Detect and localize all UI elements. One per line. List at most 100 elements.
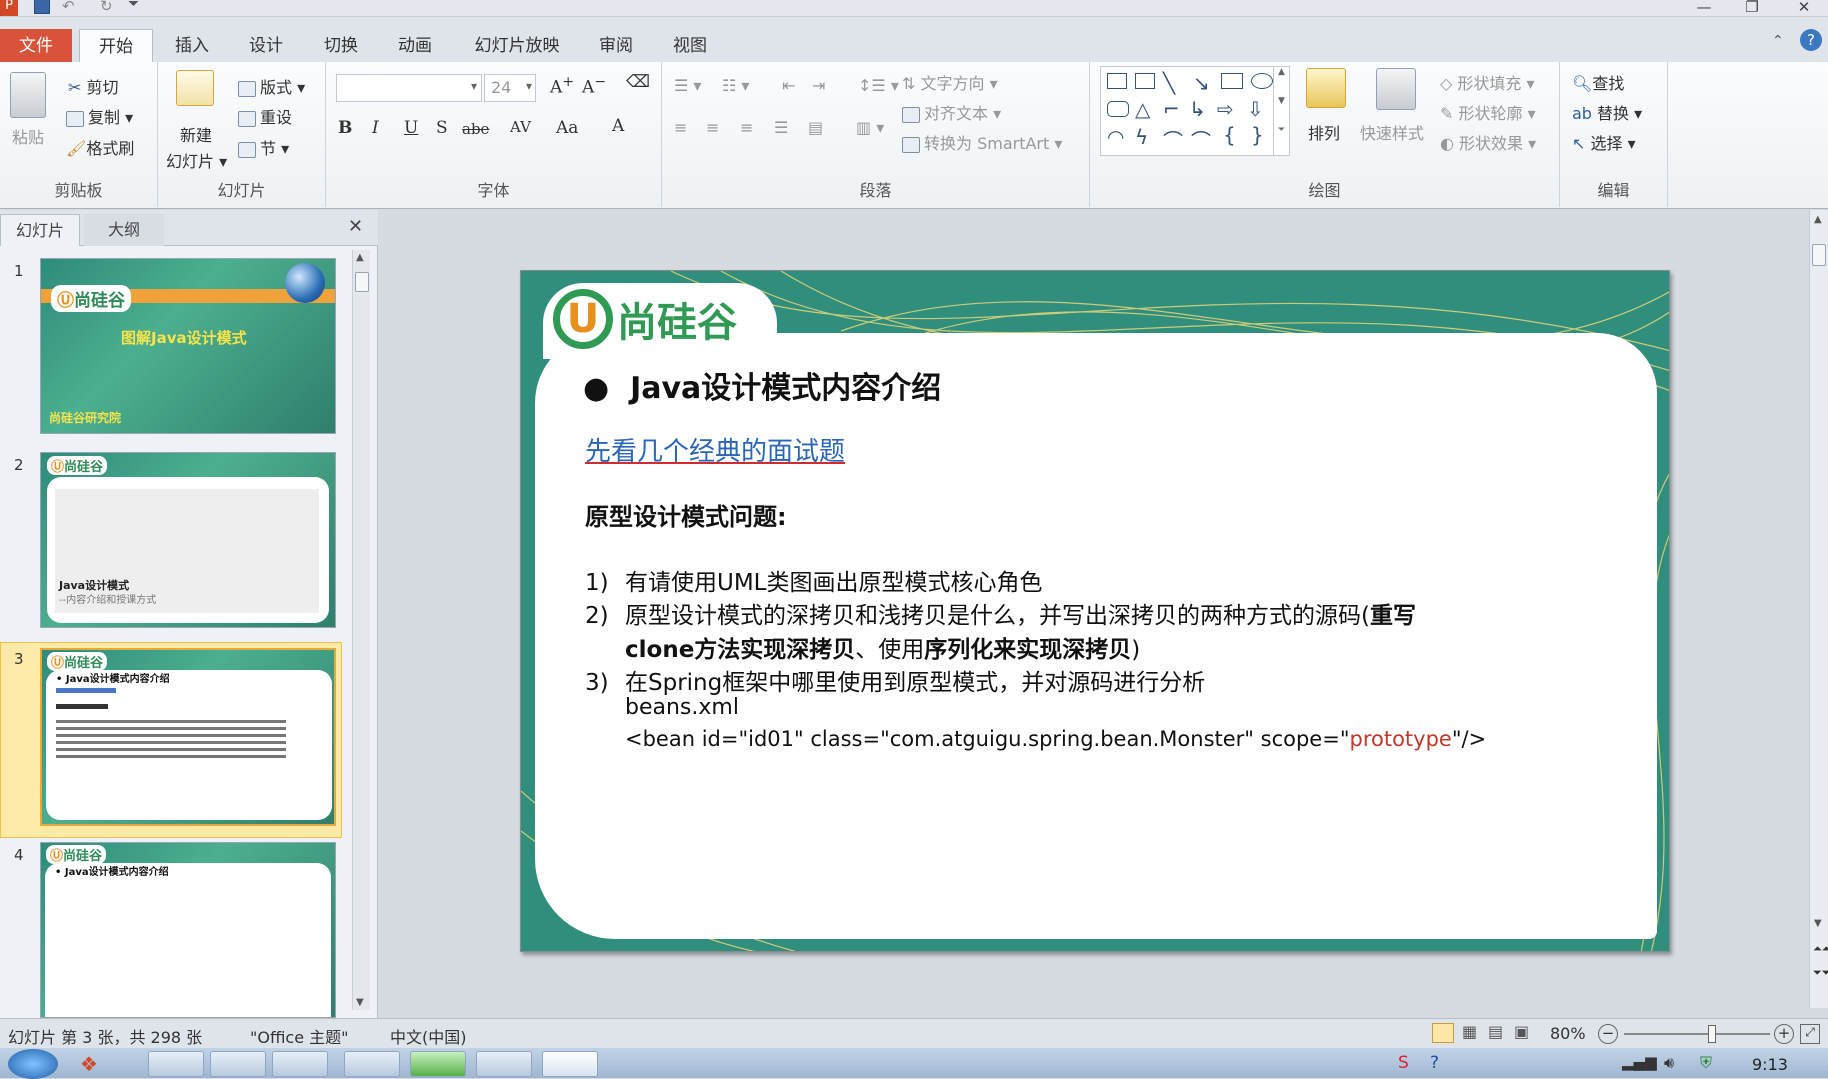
slide-thumbnail-2[interactable]: Ⓤ尚硅谷 Java设计模式 --内容介绍和授课方式 <box>40 452 336 628</box>
slideshow-view-icon[interactable]: ▣ <box>1514 1022 1529 1041</box>
arrow-line-shape-icon[interactable]: ↘ <box>1193 71 1210 95</box>
close-window-button[interactable]: ✕ <box>1784 0 1824 16</box>
shapes-gallery[interactable]: ╲ ↘ △ ⌐ ↳ ⇨ ⇩ ◠ ϟ ⌒ ⌒ { } ▲ ▼ ⏷ <box>1100 66 1290 156</box>
increase-indent-button[interactable]: ⇥ <box>812 76 825 95</box>
layout-button[interactable]: 版式 ▾ <box>238 74 305 98</box>
vertical-textbox-shape-icon[interactable] <box>1135 73 1155 89</box>
change-case-button[interactable]: Aa <box>556 118 578 138</box>
line-spacing-button[interactable]: ↕☰ ▾ <box>858 76 899 95</box>
editor-scroll-up-icon[interactable]: ▲ <box>1814 214 1822 225</box>
shape-effects-button[interactable]: ◐ 形状效果 ▾ <box>1440 130 1536 154</box>
taskbar-clock[interactable]: 9:13 <box>1752 1055 1788 1074</box>
reading-view-icon[interactable]: ▤ <box>1488 1022 1503 1041</box>
restore-button[interactable]: ❐ <box>1732 0 1772 16</box>
language-status[interactable]: 中文(中国) <box>390 1024 467 1048</box>
left-brace-shape-icon[interactable]: { <box>1223 123 1236 147</box>
tab-design[interactable]: 设计 <box>236 29 296 63</box>
triangle-shape-icon[interactable]: △ <box>1135 97 1150 121</box>
font-size-select[interactable]: 24 ▾ <box>484 74 536 102</box>
slide-thumbnail-3[interactable]: Ⓤ尚硅谷 • Java设计模式内容介绍 <box>40 648 336 826</box>
tray-network-icon[interactable]: ▂▄▆ <box>1622 1053 1657 1071</box>
pane-scroll-up-icon[interactable]: ▲ <box>356 252 364 263</box>
new-slide-dropdown[interactable]: 幻灯片 ▾ <box>166 148 227 172</box>
textbox-shape-icon[interactable] <box>1107 73 1127 89</box>
editor-scrollbar[interactable]: ▲ ▼ ⏶⏶ ⏷⏷ <box>1809 210 1828 1008</box>
zoom-out-icon[interactable]: − <box>1598 1024 1618 1044</box>
align-text-button[interactable]: 对齐文本 ▾ <box>902 100 1001 124</box>
powerpoint-taskbar-icon[interactable] <box>542 1051 598 1077</box>
current-slide[interactable]: U 尚硅谷 ● Java设计模式内容介绍 先看几个经典的面试题 原型设计模式问题:… <box>520 270 1670 952</box>
font-color-button[interactable]: A <box>612 116 624 136</box>
pane-scroll-thumb[interactable] <box>355 272 369 292</box>
font-name-select[interactable]: ▾ <box>336 74 482 102</box>
copy-button[interactable]: 复制 ▾ <box>66 104 133 128</box>
fit-to-window-icon[interactable]: ⤢ <box>1800 1024 1820 1044</box>
cut-button[interactable]: ✂ 剪切 <box>68 74 119 98</box>
tray-help-icon[interactable]: ? <box>1430 1053 1439 1073</box>
curve-shape-icon[interactable]: ⌒ <box>1163 125 1183 154</box>
ie-taskbar-icon[interactable] <box>148 1051 204 1077</box>
new-slide-button[interactable]: 新建 <box>180 122 212 146</box>
arrange-button[interactable]: 排列 <box>1308 120 1340 144</box>
grow-font-button[interactable]: A+ <box>550 74 574 98</box>
start-button[interactable] <box>8 1049 58 1079</box>
new-slide-icon[interactable] <box>176 70 214 106</box>
tab-file[interactable]: 文件 <box>0 29 72 63</box>
numbering-button[interactable]: ☷ ▾ <box>722 76 749 95</box>
decrease-indent-button[interactable]: ⇤ <box>782 76 795 95</box>
zoom-slider[interactable] <box>1624 1025 1770 1043</box>
zoom-level[interactable]: 80% <box>1550 1024 1586 1043</box>
close-pane-icon[interactable]: ✕ <box>348 216 363 237</box>
format-painter-button[interactable]: 🖌格式刷 <box>66 135 134 159</box>
columns-button[interactable]: ▥ ▾ <box>856 118 884 137</box>
customize-quick-access-icon[interactable]: ⏷ <box>128 0 139 12</box>
tab-transitions[interactable]: 切换 <box>311 29 371 63</box>
next-slide-icon[interactable]: ⏷⏷ <box>1813 966 1828 980</box>
save-icon[interactable] <box>34 0 50 14</box>
paste-button[interactable]: 粘贴 <box>12 124 44 148</box>
tab-slides[interactable]: 幻灯片 <box>0 214 80 246</box>
theme-status[interactable]: "Office 主题" <box>250 1024 349 1048</box>
tab-outline[interactable]: 大纲 <box>84 214 164 246</box>
align-center-button[interactable]: ≡ <box>706 118 719 137</box>
tab-view[interactable]: 视图 <box>660 29 720 63</box>
tray-shield-icon[interactable]: ⛨ <box>1700 1053 1712 1073</box>
minimize-button[interactable]: — <box>1684 0 1724 16</box>
rounded-rectangle-shape-icon[interactable] <box>1107 101 1129 117</box>
lightning-shape-icon[interactable]: ϟ <box>1135 125 1148 149</box>
convert-smartart-button[interactable]: 转换为 SmartArt ▾ <box>902 130 1062 154</box>
arc-shape-icon[interactable]: ⌒ <box>1191 125 1211 154</box>
paste-icon[interactable] <box>10 72 46 118</box>
elbow-connector-shape-icon[interactable]: ⌐ <box>1163 97 1180 121</box>
editor-scroll-thumb[interactable] <box>1812 244 1826 266</box>
shadow-button[interactable]: S <box>436 118 448 138</box>
oval-shape-icon[interactable] <box>1251 73 1273 89</box>
gallery-more[interactable]: ⏷ <box>1273 125 1289 155</box>
explorer-taskbar-icon[interactable] <box>210 1051 266 1077</box>
bullets-button[interactable]: ☰ ▾ <box>674 76 701 95</box>
text-direction-button[interactable]: ⇅ 文字方向 ▾ <box>902 70 998 94</box>
align-left-button[interactable]: ≡ <box>674 118 687 137</box>
pane-scrollbar[interactable]: ▲ ▼ <box>352 250 370 1010</box>
redo-icon[interactable]: ↻ <box>100 0 113 15</box>
zoom-slider-thumb[interactable] <box>1707 1025 1716 1043</box>
rectangle-shape-icon[interactable] <box>1221 73 1243 89</box>
taskbar-app-icon[interactable]: ❖ <box>80 1052 98 1076</box>
clear-formatting-button[interactable]: ⌫ <box>626 72 650 92</box>
slide-thumbnail-4[interactable]: Ⓤ尚硅谷 • Java设计模式内容介绍 <box>40 842 336 1018</box>
collapse-ribbon-icon[interactable]: ⌃ <box>1772 33 1784 49</box>
editor-scroll-down-icon[interactable]: ▼ <box>1814 918 1822 929</box>
strikethrough-button[interactable]: abe <box>462 120 489 138</box>
slide-thumbnail-1[interactable]: Ⓤ尚硅谷 图解Java设计模式 尚硅谷研究院 <box>40 258 336 434</box>
italic-button[interactable]: I <box>372 118 379 138</box>
find-button[interactable]: 🔍︎查找 <box>1572 70 1624 94</box>
slide-sorter-view-icon[interactable]: ▦ <box>1462 1022 1477 1041</box>
justify-button[interactable]: ☰ <box>774 118 788 137</box>
bold-button[interactable]: B <box>338 118 352 138</box>
tab-review[interactable]: 审阅 <box>586 29 646 63</box>
distributed-button[interactable]: ▤ <box>808 118 823 137</box>
shape-fill-button[interactable]: ◇ 形状填充 ▾ <box>1440 70 1535 94</box>
slide-bullet-title[interactable]: ● Java设计模式内容介绍 <box>583 363 941 407</box>
line-shape-icon[interactable]: ╲ <box>1163 71 1175 95</box>
tab-animations[interactable]: 动画 <box>385 29 445 63</box>
